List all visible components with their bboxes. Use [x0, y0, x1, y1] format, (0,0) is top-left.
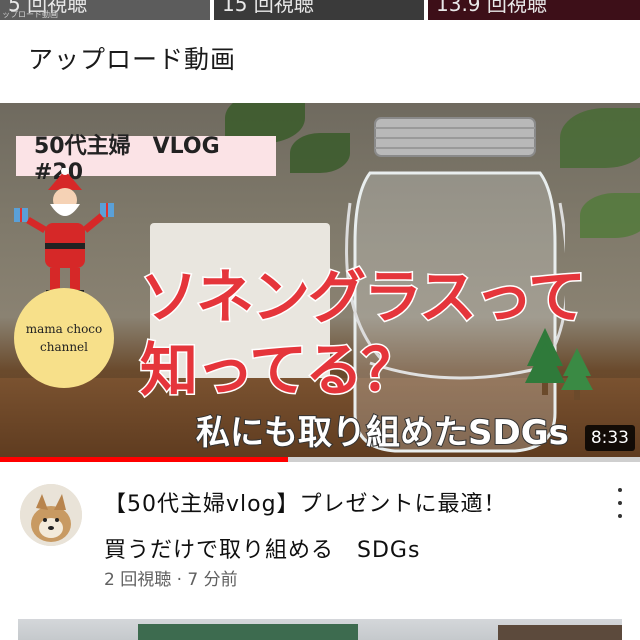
menu-dot: [618, 488, 622, 492]
watch-progress-fill: [0, 457, 288, 462]
video-title[interactable]: 【50代主婦vlog】プレゼントに最適！ 買うだけで取り組める SDGs: [104, 482, 584, 574]
plant-leaf: [560, 108, 640, 168]
plant-leaf: [580, 193, 640, 238]
thumbnail-detail: [498, 625, 622, 640]
plant-leaf: [290, 133, 350, 173]
tree-icons: [525, 328, 593, 400]
video-thumbnail[interactable]: 50代主婦 VLOG #20 mama choco channel ソネングラス…: [0, 103, 640, 460]
duration-badge: 8:33: [584, 425, 635, 451]
previous-row: 5 回視聴 ップロード動画 15 回視聴 13.9 回視聴: [0, 0, 640, 20]
menu-dot: [618, 501, 622, 505]
kebab-menu-icon[interactable]: [608, 488, 632, 518]
section-title: アップロード動画: [28, 45, 237, 74]
santa-icon: [14, 168, 114, 298]
channel-logo: mama choco channel: [14, 288, 114, 388]
channel-logo-text: mama choco: [25, 322, 103, 336]
video-card-peek[interactable]: 15 回視聴: [214, 0, 424, 20]
menu-dot: [618, 514, 622, 518]
channel-avatar[interactable]: [20, 484, 82, 546]
view-count: 13.9 回視聴: [436, 0, 547, 16]
watch-progress-bar: [0, 457, 640, 462]
thumbnail-subheadline: 私にも取り組めたSDGs: [195, 412, 570, 454]
video-title-line: 【50代主婦vlog】プレゼントに最適！: [104, 492, 507, 517]
thumbnail-headline: ソネングラスって: [139, 262, 588, 333]
thumbnail-detail: [138, 624, 358, 640]
channel-logo-text: channel: [40, 340, 88, 354]
thumbnail-headline: 知ってる？: [138, 335, 420, 406]
next-video-thumbnail[interactable]: [18, 619, 622, 640]
card-subtitle: ップロード動画: [2, 10, 58, 19]
video-metadata: 2 回視聴 · 7 分前: [104, 570, 238, 590]
dog-avatar-icon: [20, 484, 82, 546]
video-card-peek[interactable]: 13.9 回視聴: [428, 0, 640, 20]
video-card-peek[interactable]: 5 回視聴 ップロード動画: [0, 0, 210, 20]
view-count: 15 回視聴: [222, 0, 314, 16]
